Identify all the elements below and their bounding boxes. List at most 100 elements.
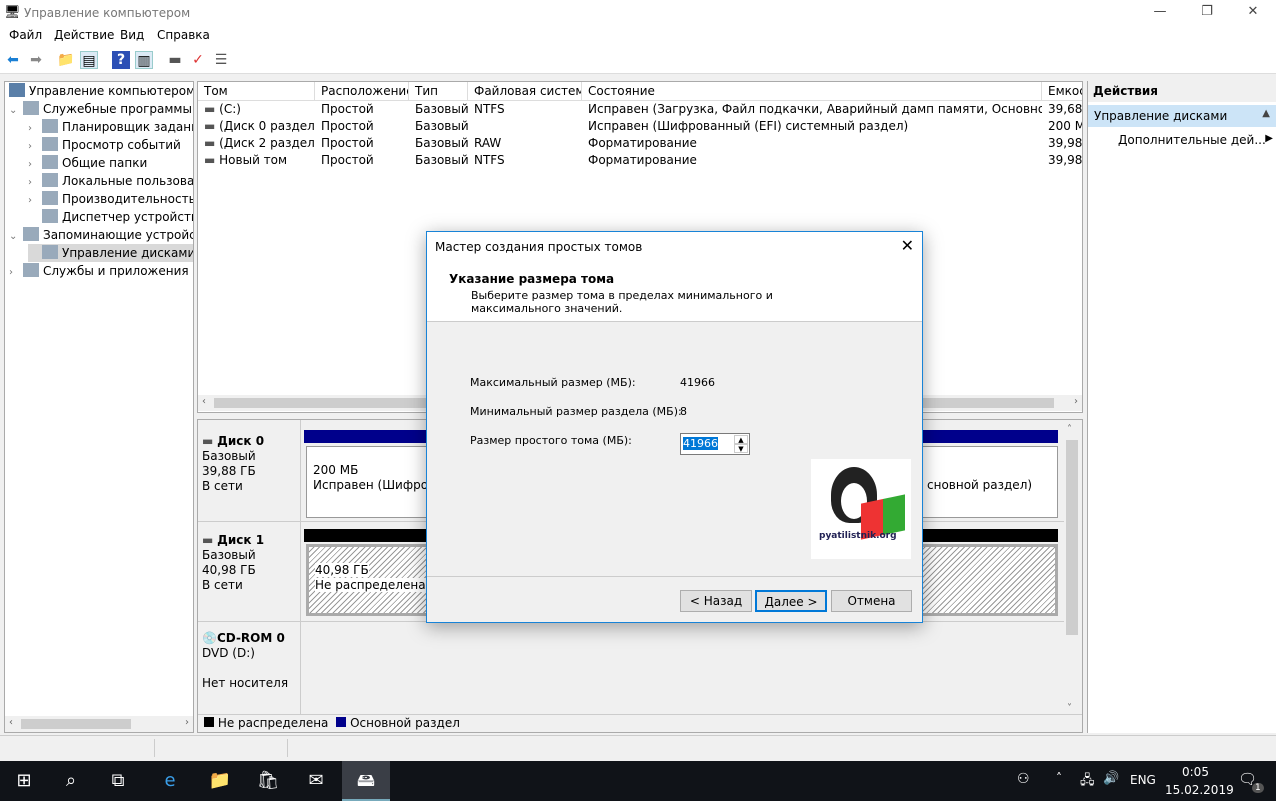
table-cell: ▬ Новый том <box>198 152 315 169</box>
start-button[interactable]: ⊞ <box>0 761 48 801</box>
column-header[interactable]: Файловая система <box>468 82 582 101</box>
up-folder-icon[interactable]: 📁 <box>57 51 75 69</box>
computer-management-task-icon[interactable]: 🖴 <box>342 761 390 801</box>
tree-item[interactable]: ›Локальные пользовате <box>28 172 193 190</box>
actions-title: Действия <box>1088 81 1276 102</box>
expander-icon[interactable]: ⌄ <box>9 228 23 246</box>
disk-size: 39,88 ГБ <box>202 464 256 478</box>
checklist-icon[interactable]: ✓ <box>189 51 207 69</box>
column-header[interactable]: Том <box>198 82 315 101</box>
help-icon[interactable]: ? <box>112 51 130 69</box>
column-header[interactable]: Расположение <box>315 82 409 101</box>
menu-action[interactable]: Действие <box>54 28 114 42</box>
cancel-button[interactable]: Отмена <box>831 590 912 612</box>
menu-help[interactable]: Справка <box>157 28 210 42</box>
table-cell: Простой <box>315 118 409 135</box>
tree-root[interactable]: Управление компьютером (л <box>9 82 193 100</box>
show-hidden-icons-chevron[interactable]: ˄ <box>1056 771 1062 785</box>
disk-map-vertical-scrollbar[interactable]: ˄ ˅ <box>1064 424 1080 714</box>
forward-arrow-icon[interactable]: ➡ <box>27 51 45 69</box>
table-row[interactable]: ▬ (Диск 0 раздел 1) Простой Базовый Исправе… <box>198 118 1082 135</box>
table-cell <box>468 118 582 135</box>
spin-up-button[interactable]: ▲ <box>734 435 748 444</box>
properties-icon[interactable]: ☰ <box>212 51 230 69</box>
site-logo: pyatilistnik.org <box>811 459 911 559</box>
spin-down-button[interactable]: ▼ <box>734 444 748 453</box>
disk-name: Диск 1 <box>217 533 265 547</box>
tree-label: Планировщик заданий <box>62 120 194 134</box>
actions-section-disk-management[interactable]: Управление дисками ▲ <box>1088 105 1276 127</box>
tree-item[interactable]: › Службы и приложения <box>9 262 189 280</box>
table-row[interactable]: ▬ Новый том Простой Базовый NTFS Форматирова… <box>198 152 1082 169</box>
edge-icon[interactable]: e <box>146 761 194 801</box>
table-cell: NTFS <box>468 152 582 169</box>
tree-item[interactable]: Диспетчер устройств <box>28 208 193 226</box>
submenu-arrow-icon: ▶ <box>1265 133 1273 144</box>
tree-node-icon <box>23 263 39 277</box>
tree-node-icon <box>23 101 39 115</box>
back-button[interactable]: < Назад <box>680 590 752 612</box>
disk-icon: ▬ <box>202 434 214 448</box>
cdrom-row[interactable]: 💿CD-ROM 0 DVD (D:) Нет носителя <box>198 623 1064 715</box>
table-row[interactable]: ▬ (C:) Простой Базовый NTFS Исправен (Загруз… <box>198 101 1082 118</box>
maximize-button[interactable]: ❐ <box>1184 2 1230 24</box>
tree-horizontal-scrollbar[interactable]: ‹ › <box>5 716 193 732</box>
table-cell: NTFS <box>468 101 582 118</box>
back-arrow-icon[interactable]: ⬅ <box>4 51 22 69</box>
people-icon[interactable]: ⚇ <box>1017 771 1030 787</box>
title-bar: 🖥 Управление компьютером — ❐ ✕ <box>0 0 1276 26</box>
next-button[interactable]: Далее > <box>755 590 827 612</box>
tree-item[interactable]: › Просмотр событий <box>28 136 181 154</box>
show-action-pane-icon[interactable]: ▥ <box>135 51 153 69</box>
volume-icon: ▬ <box>204 102 220 116</box>
volume-icon: ▬ <box>204 119 220 133</box>
close-button[interactable]: ✕ <box>1230 2 1276 24</box>
table-cell: 39,68 <box>1042 101 1082 118</box>
action-more-actions[interactable]: Дополнительные дей... ▶ <box>1118 133 1273 147</box>
tree-item[interactable]: ⌄ Служебные программы <box>9 100 192 118</box>
menu-view[interactable]: Вид <box>120 28 144 42</box>
tree-item[interactable]: › Общие папки <box>28 154 147 172</box>
app-icon: 🖥 <box>4 5 21 20</box>
scrollbar-thumb[interactable] <box>1066 440 1078 635</box>
scrollbar-thumb[interactable] <box>21 719 131 729</box>
disk-type: Базовый <box>202 548 256 562</box>
column-header[interactable]: Емкос <box>1042 82 1082 101</box>
tree-item[interactable]: Управление дисками <box>28 244 193 262</box>
status-bar <box>0 735 1276 760</box>
file-explorer-icon[interactable]: 📁 <box>196 761 244 801</box>
volume-size-label: Размер простого тома (МБ): <box>470 434 632 447</box>
network-warning-icon[interactable]: 🖧 <box>1080 771 1095 793</box>
task-view-icon[interactable]: ⧉ <box>94 761 142 801</box>
store-icon[interactable]: 🛍 <box>244 761 292 801</box>
tree-item[interactable]: ⌄ Запоминающие устройст <box>9 226 193 246</box>
language-indicator[interactable]: ENG <box>1130 773 1156 787</box>
taskbar: ⊞ ⌕ ⧉ e 📁 🛍 ✉ 🖴 ⚇ ˄ 🖧 🔊 ENG 0:05 15.02.2… <box>0 761 1276 801</box>
clock-date[interactable]: 15.02.2019 <box>1165 783 1234 797</box>
cell-text: 200 М <box>1048 119 1083 133</box>
expander-icon[interactable]: ⌄ <box>9 102 23 120</box>
volume-size-input[interactable]: 41966 <box>683 437 718 450</box>
cell-text: Исправен (Загрузка, Файл подкачки, Авари… <box>588 102 1042 116</box>
tree-item[interactable]: › Планировщик заданий <box>28 118 194 136</box>
show-hide-tree-icon[interactable]: ▤ <box>80 51 98 69</box>
cell-text: Базовый <box>415 136 468 150</box>
actions-pane: Действия Управление дисками ▲ Дополнитель… <box>1087 81 1276 733</box>
tree-node-icon <box>42 173 58 187</box>
disk-icon[interactable]: ▬ <box>166 51 184 69</box>
cell-text: Новый том <box>219 153 288 167</box>
volume-icon[interactable]: 🔊 <box>1103 771 1119 786</box>
search-icon[interactable]: ⌕ <box>47 761 95 801</box>
table-row[interactable]: ▬ (Диск 2 раздел 2) Простой Базовый RAW Форм… <box>198 135 1082 152</box>
dialog-close-button[interactable]: ✕ <box>901 236 914 255</box>
tree-item[interactable]: › Производительность <box>28 190 193 208</box>
volume-size-spinbox[interactable]: 41966 ▲ ▼ <box>680 433 750 455</box>
tree-node-icon <box>42 137 58 151</box>
expander-icon[interactable]: › <box>9 264 23 282</box>
column-header[interactable]: Состояние <box>582 82 1042 101</box>
menu-file[interactable]: Файл <box>9 28 42 42</box>
column-header[interactable]: Тип <box>409 82 468 101</box>
mail-icon[interactable]: ✉ <box>292 761 340 801</box>
clock-time[interactable]: 0:05 <box>1182 765 1209 779</box>
minimize-button[interactable]: — <box>1137 2 1183 24</box>
